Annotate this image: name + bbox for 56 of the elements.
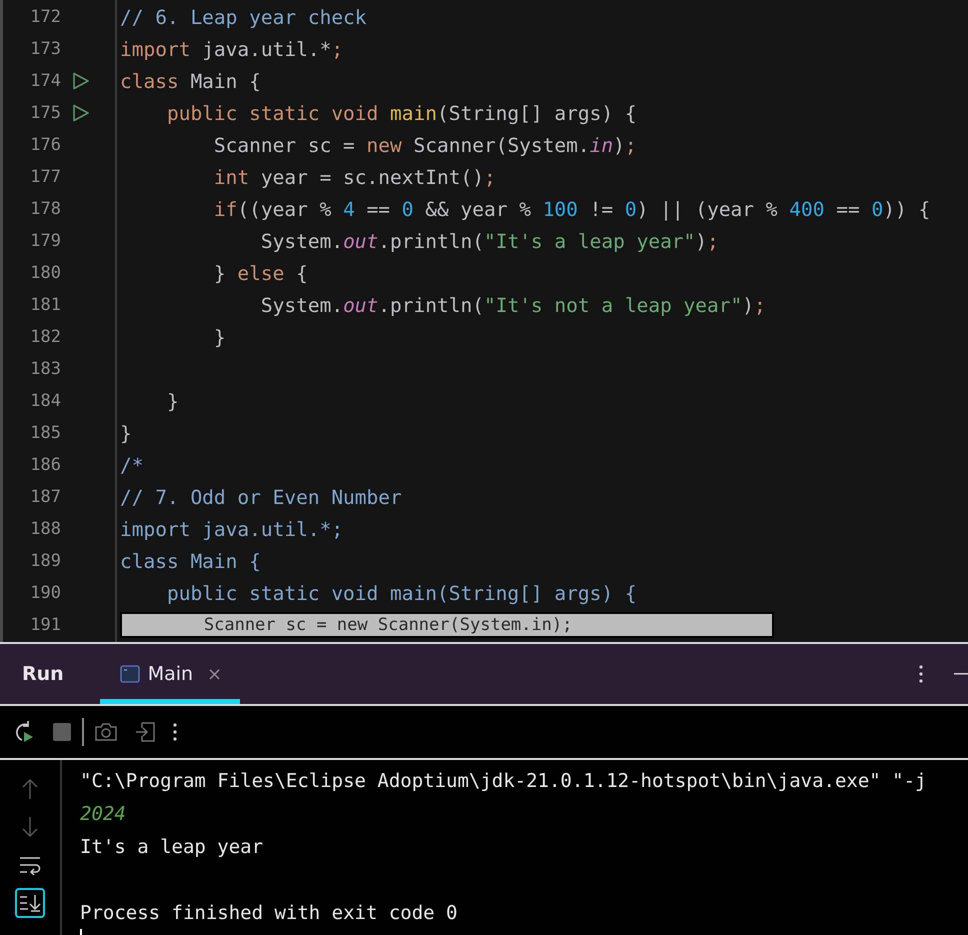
code-line: // 7. Odd or Even Number bbox=[120, 486, 402, 508]
line-number: 189 bbox=[29, 551, 61, 571]
code-line: } else { bbox=[212, 262, 308, 284]
code-line: } bbox=[166, 390, 179, 412]
line-number: 184 bbox=[29, 391, 61, 411]
line-number: 178 bbox=[29, 199, 61, 219]
code-line: class Main { bbox=[120, 70, 261, 92]
camera-icon[interactable] bbox=[94, 721, 118, 743]
code-line: System.out.println("It's a leap year"); bbox=[260, 230, 719, 252]
code-line: import java.util.*; bbox=[120, 38, 344, 60]
more-options-icon[interactable] bbox=[918, 664, 924, 684]
line-number: 173 bbox=[29, 39, 61, 59]
console-line: It's a leap year bbox=[80, 836, 264, 858]
line-number: 174 bbox=[29, 71, 61, 91]
line-number: 186 bbox=[29, 455, 61, 475]
line-number: 175 bbox=[29, 103, 61, 123]
line-number: 172 bbox=[29, 7, 61, 27]
code-editor[interactable] bbox=[0, 0, 968, 644]
line-number: 179 bbox=[29, 231, 61, 251]
login-icon[interactable] bbox=[134, 721, 156, 743]
console-line: "C:\Program Files\Eclipse Adoptium\jdk-21.0.1.12-hotspot\bin\java.exe" "-j bbox=[80, 770, 926, 792]
line-number: 181 bbox=[29, 295, 61, 315]
stop-icon[interactable] bbox=[52, 722, 72, 742]
code-line: System.out.println("It's not a leap year"); bbox=[260, 294, 766, 316]
code-line: /* bbox=[120, 454, 144, 476]
code-line: if((year % 4 == 0 && year % 100 != 0) || (year % 400 == 0)) { bbox=[212, 198, 930, 220]
more-options-icon[interactable] bbox=[172, 722, 178, 742]
code-line: } bbox=[120, 422, 132, 444]
console-line: 2024 bbox=[80, 802, 126, 824]
code-line: } bbox=[212, 326, 226, 348]
code-line: public static void main(String[] args) { bbox=[166, 582, 637, 604]
code-line: import java.util.*; bbox=[120, 518, 344, 540]
line-number: 183 bbox=[29, 359, 61, 379]
code-line: public static void main(String[] args) { bbox=[166, 102, 637, 124]
line-number: 185 bbox=[29, 423, 61, 443]
line-number: 177 bbox=[29, 167, 61, 187]
panel-title: Run bbox=[22, 663, 64, 685]
line-number: 182 bbox=[29, 327, 61, 347]
line-number: 190 bbox=[29, 583, 61, 603]
code-line: int year = sc.nextInt(); bbox=[212, 166, 496, 188]
line-number: 176 bbox=[29, 135, 61, 155]
line-number: 191 bbox=[29, 615, 61, 635]
scroll-to-end-icon[interactable] bbox=[15, 888, 45, 918]
line-number: 187 bbox=[29, 487, 61, 507]
run-icon[interactable] bbox=[72, 72, 90, 90]
code-line: // 6. Leap year check bbox=[120, 6, 367, 28]
code-line: Scanner sc = new Scanner(System.in); bbox=[212, 134, 637, 156]
line-number: 180 bbox=[29, 263, 61, 283]
code-line: class Main { bbox=[120, 550, 261, 572]
minimize-icon[interactable] bbox=[954, 672, 968, 676]
close-icon[interactable]: × bbox=[207, 664, 222, 684]
line-number: 188 bbox=[29, 519, 61, 539]
run-icon[interactable] bbox=[72, 104, 90, 122]
run-tab[interactable]: Main × bbox=[100, 644, 240, 704]
console-icon bbox=[120, 665, 140, 683]
console-line: Process finished with exit code 0 bbox=[80, 902, 458, 924]
